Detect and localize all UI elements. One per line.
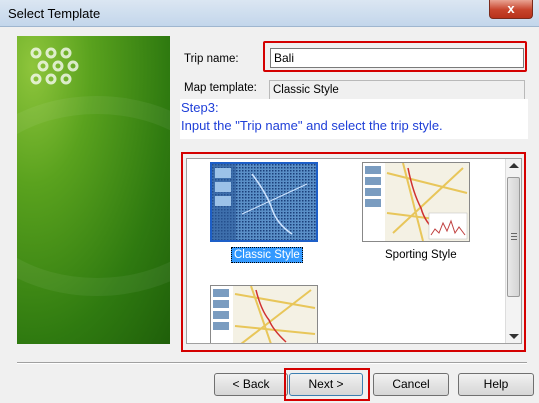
app-logo-icon [30,47,79,85]
highlight-next-button [284,368,370,401]
window-title: Select Template [8,6,101,21]
decorative-swirl [17,96,170,296]
map-template-field: Classic Style [269,80,525,100]
step-title: Step3: [181,100,219,115]
cancel-button[interactable]: Cancel [373,373,449,396]
back-button[interactable]: < Back [214,373,288,396]
title-bar: Select Template x [0,0,539,27]
trip-name-label: Trip name: [184,53,239,65]
wizard-side-panel [17,36,170,344]
footer-separator [17,362,527,364]
help-button[interactable]: Help [458,373,534,396]
highlight-template-gallery [181,152,526,352]
close-button[interactable]: x [489,0,533,19]
close-icon: x [507,1,515,16]
step-description: Input the "Trip name" and select the tri… [181,118,443,133]
highlight-trip-name [263,41,527,72]
map-template-label: Map template: [184,82,257,94]
